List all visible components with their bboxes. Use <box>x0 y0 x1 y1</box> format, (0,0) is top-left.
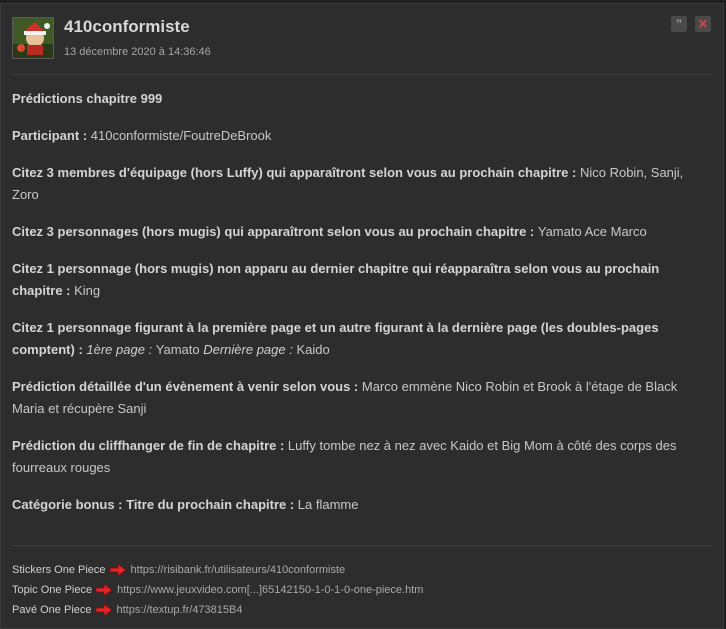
signature: Stickers One Piece https://risibank.fr/u… <box>12 560 423 620</box>
avatar[interactable] <box>12 17 54 59</box>
question-5-label: Prédiction détaillée d'un évènement à ve… <box>12 379 362 394</box>
signature-row: Stickers One Piece https://risibank.fr/u… <box>12 560 423 580</box>
signature-label: Pavé One Piece <box>12 604 92 616</box>
signature-label: Topic One Piece <box>12 584 93 596</box>
signature-link[interactable]: https://textup.fr/473815B4 <box>117 600 243 620</box>
question-4: Citez 1 personnage figurant à la premièr… <box>12 317 712 361</box>
question-3-answer: King <box>74 283 101 298</box>
question-1-label: Citez 3 membres d'équipage (hors Luffy) … <box>12 165 580 180</box>
participant-line: Participant : 410conformiste/FoutreDeBro… <box>12 125 712 147</box>
question-2: Citez 3 personnages (hors mugis) qui app… <box>12 221 712 243</box>
red-arrow-icon <box>95 583 113 597</box>
signature-divider <box>12 545 712 546</box>
red-arrow-icon <box>109 563 127 577</box>
post-content: Prédictions chapitre 999 Participant : 4… <box>12 88 712 531</box>
question-7-label: Catégorie bonus : Titre du prochain chap… <box>12 497 298 512</box>
question-1: Citez 3 membres d'équipage (hors Luffy) … <box>12 162 712 206</box>
post-date: 13 décembre 2020 à 14:36:46 <box>64 46 211 58</box>
first-page-answer: Yamato <box>155 342 204 357</box>
post-title-line: Prédictions chapitre 999 <box>12 88 712 110</box>
question-3-label: Citez 1 personnage (hors mugis) non appa… <box>12 261 660 298</box>
question-7: Catégorie bonus : Titre du prochain chap… <box>12 494 712 516</box>
participant-label: Participant : <box>12 128 91 143</box>
question-3: Citez 1 personnage (hors mugis) non appa… <box>12 258 712 302</box>
last-page-answer: Kaido <box>296 342 330 357</box>
last-page-label: Dernière page : <box>203 342 297 357</box>
signature-link[interactable]: https://risibank.fr/utilisateurs/410conf… <box>131 560 346 580</box>
avatar-image <box>13 18 53 58</box>
question-5: Prédiction détaillée d'un évènement à ve… <box>12 376 712 420</box>
question-6: Prédiction du cliffhanger de fin de chap… <box>12 435 712 479</box>
red-arrow-icon <box>95 603 113 617</box>
participant-value: 410conformiste/FoutreDeBrook <box>90 128 272 143</box>
author-name[interactable]: 410conformiste <box>64 17 190 37</box>
forum-post: 410conformiste 13 décembre 2020 à 14:36:… <box>0 3 724 629</box>
signature-link[interactable]: https://www.jeuxvideo.com[...]65142150-1… <box>117 580 423 600</box>
quote-icon[interactable]: ” <box>671 16 687 32</box>
question-2-answer: Yamato Ace Marco <box>537 224 647 239</box>
post-actions: ” ✕ <box>671 16 711 32</box>
post-title: Prédictions chapitre 999 <box>12 91 163 106</box>
signature-row: Topic One Piece https://www.jeuxvideo.co… <box>12 580 423 600</box>
first-page-label: 1ère page : <box>86 342 156 357</box>
close-icon[interactable]: ✕ <box>695 16 711 32</box>
signature-row: Pavé One Piece https://textup.fr/473815B… <box>12 600 423 620</box>
question-6-label: Prédiction du cliffhanger de fin de chap… <box>12 438 288 453</box>
question-7-answer: La flamme <box>297 497 359 512</box>
divider <box>12 74 712 75</box>
question-2-label: Citez 3 personnages (hors mugis) qui app… <box>12 224 538 239</box>
signature-label: Stickers One Piece <box>12 564 106 576</box>
